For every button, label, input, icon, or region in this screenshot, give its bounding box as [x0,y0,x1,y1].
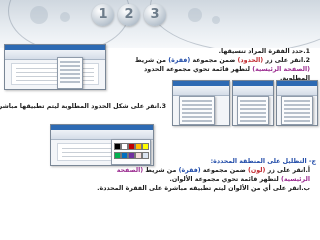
decorative-bubble [30,6,48,24]
shading-color-palette [111,139,151,165]
color-swatch[interactable] [114,143,121,150]
borders-menu-screenshot-1 [172,80,230,126]
step-2-line-1: 2.انقر على زر (الحدود) ضمن مجموعة (فقرة)… [135,57,310,65]
decorative-arc [8,0,130,48]
home-tab-label-part-2: الرئيسية) [280,176,310,183]
ribbon [173,86,229,96]
color-swatch[interactable] [121,143,128,150]
shading-bullet: ج- [308,158,316,165]
header-banner: 1 2 3 [0,0,320,48]
paragraph-group-label: (فقرة) [178,167,201,174]
paragraph-group-label: (فقرة) [168,57,191,64]
shading-a-mid-1: ضمن مجموعة [202,167,246,174]
borders-button-label: (الحدود) [237,57,264,64]
step-3-text: 3.انقر على شكل الحدود المطلوبة ليتم تطبي… [0,103,166,110]
banner-number-3: 3 [144,4,166,26]
shading-button-label: (لون) [247,167,266,174]
shading-heading-line: ج- التظليل على المنطقة المحددة: [211,158,316,166]
step-1-text: 1.حدد الفقرة المراد تنسيقها. [218,48,310,55]
color-swatch[interactable] [121,152,128,159]
color-swatch[interactable] [142,152,149,159]
home-tab-label: (الصفحة الرئيسية) [252,66,310,73]
document-area [11,63,99,85]
home-tab-label-part-1: (الصفحة [116,167,144,174]
decorative-bubble [60,12,70,22]
color-swatch[interactable] [135,152,142,159]
decorative-bubble [212,16,220,24]
shading-a-prefix: أ.انقر على زر [267,167,310,174]
shading-a-rest: لتظهر قائمة تحوي مجموعة الألوان. [169,176,279,183]
shading-ribbon-screenshot [50,124,154,166]
borders-menu-list [179,96,215,125]
ribbon [277,86,317,96]
step-2-mid-1: ضمن مجموعة [192,57,236,64]
color-swatch[interactable] [135,143,142,150]
step-2-mid-2: من شريط [135,57,166,64]
borders-menu-list [237,96,269,125]
borders-dropdown-menu [57,57,83,89]
shading-heading: التظليل على المنطقة المحددة: [210,158,307,165]
banner-number-1: 1 [92,4,114,26]
step-2-prefix: 2.انقر على زر [265,57,310,64]
borders-menu-list [281,96,313,125]
ribbon [233,86,273,96]
shading-step-a-line-1: أ.انقر على زر (لون) ضمن مجموعة (فقرة) من… [117,167,310,175]
decorative-arc [150,0,320,48]
color-swatch[interactable] [142,143,149,150]
shading-step-a-line-2: الرئيسية) لتظهر قائمة تحوي مجموعة الألوا… [169,176,310,184]
shading-a-mid-2: من شريط [145,167,177,174]
color-swatch[interactable] [128,152,135,159]
shading-step-b: ب.انقر على أي من الألوان ليتم تطبيقه مبا… [97,185,310,192]
borders-menu-screenshot-3 [276,80,318,126]
borders-menu-screenshot-2 [232,80,274,126]
step-2-line-2: (الصفحة الرئيسية) لتظهر قائمة تحوي مجموع… [144,66,310,74]
borders-ribbon-screenshot [4,44,106,90]
step-2-rest: لتظهر قائمة تحوي مجموعة الحدود [144,66,251,73]
banner-number-2: 2 [118,4,140,26]
ribbon [5,50,105,60]
color-swatch[interactable] [128,143,135,150]
color-swatch[interactable] [114,152,121,159]
decorative-bubble [188,8,202,22]
